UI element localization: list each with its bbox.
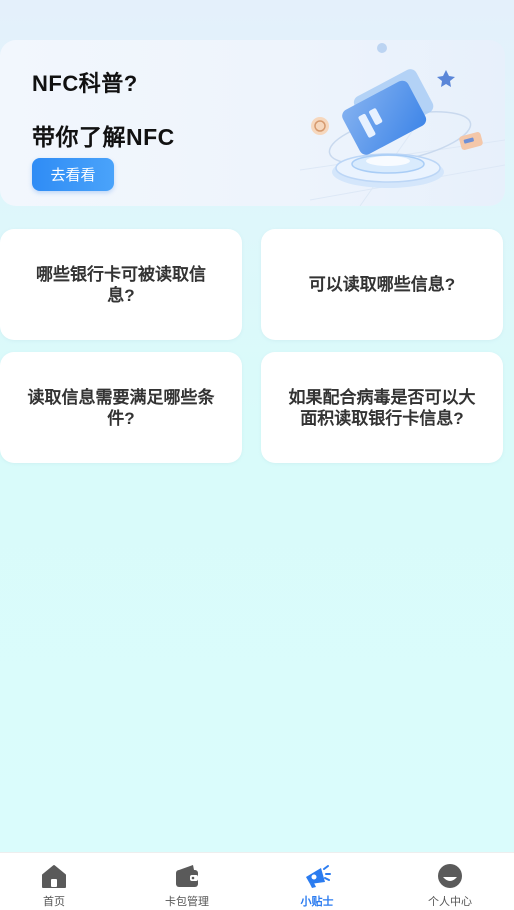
question-text: 哪些银行卡可被读取信息? [36, 264, 206, 305]
tab-home[interactable]: 首页 [9, 853, 99, 910]
question-card-conditions[interactable]: 读取信息需要满足哪些条件? [0, 352, 242, 463]
question-text: 如果配合病毒是否可以大面积读取银行卡信息? [288, 387, 476, 428]
question-text: 可以读取哪些信息? [308, 275, 456, 294]
tab-tips[interactable]: 小贴士 [272, 853, 362, 910]
question-card-virus[interactable]: 如果配合病毒是否可以大面积读取银行卡信息? [261, 352, 503, 463]
wallet-icon [176, 865, 198, 887]
tab-label: 小贴士 [300, 896, 334, 908]
tab-label: 首页 [43, 896, 65, 908]
bottom-tab-bar: 首页 卡包管理 小贴士 个人中心 [0, 852, 514, 910]
megaphone-icon [306, 865, 331, 888]
tab-label: 个人中心 [428, 896, 472, 908]
go-see-button[interactable]: 去看看 [32, 158, 114, 191]
profile-icon [438, 864, 462, 888]
status-area [0, 0, 514, 40]
banner-subtitle: 带你了解NFC [32, 124, 175, 150]
tab-card-wallet[interactable]: 卡包管理 [142, 853, 232, 910]
question-text: 读取信息需要满足哪些条件? [27, 387, 215, 428]
question-card-bank-cards[interactable]: 哪些银行卡可被读取信息? [0, 229, 242, 340]
question-card-readable-info[interactable]: 可以读取哪些信息? [261, 229, 503, 340]
nfc-card-illustration [300, 43, 505, 206]
banner-title: NFC科普? [32, 71, 138, 96]
tab-label: 卡包管理 [165, 896, 209, 908]
tab-profile[interactable]: 个人中心 [405, 853, 495, 910]
home-icon [42, 865, 66, 888]
